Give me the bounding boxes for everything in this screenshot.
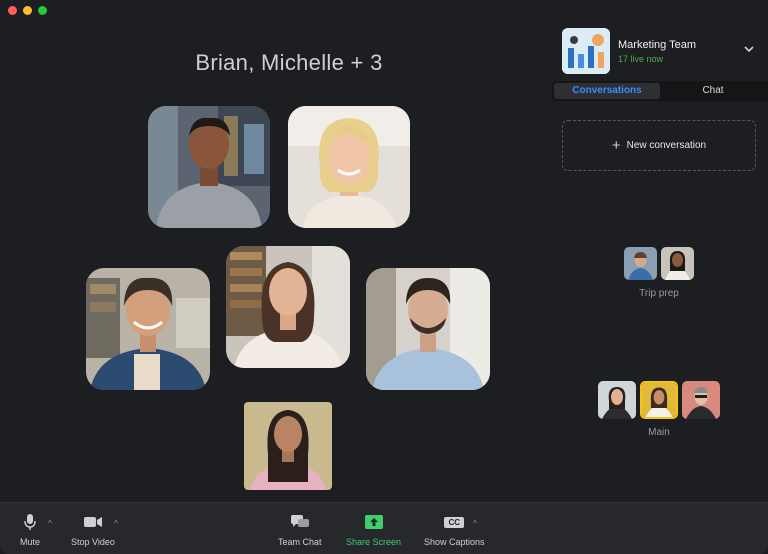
avatar — [624, 247, 657, 280]
participant-video-6 — [244, 402, 332, 490]
participant-video-2 — [288, 106, 410, 228]
conversation-group-trip-prep[interactable]: Trip prep — [612, 247, 706, 299]
avatar — [661, 247, 694, 280]
window-controls — [8, 6, 47, 15]
participant-video-5 — [366, 268, 490, 390]
mute-button[interactable]: Mute — [20, 513, 40, 547]
avatar — [598, 381, 636, 419]
participant-video-4 — [226, 246, 350, 368]
participant-tile-3[interactable] — [86, 268, 210, 390]
captions-options-chevron-icon[interactable]: ^ — [473, 519, 477, 528]
conversation-group-main[interactable]: Main — [596, 381, 722, 438]
tab-chat[interactable]: Chat — [660, 83, 766, 99]
avatar-active-speaker — [640, 381, 678, 419]
group-label: Main — [648, 427, 670, 438]
chat-bubbles-icon — [290, 513, 310, 531]
share-screen-button[interactable]: Share Screen — [346, 513, 401, 547]
minimize-window-button[interactable] — [23, 6, 32, 15]
tab-conversations[interactable]: Conversations — [554, 83, 660, 99]
cc-badge: CC — [444, 516, 465, 528]
team-name: Marketing Team — [618, 39, 697, 51]
video-options-chevron-icon[interactable]: ^ — [114, 519, 118, 528]
participant-video-3 — [86, 268, 210, 390]
plus-icon: + — [611, 137, 621, 154]
participant-tile-5[interactable] — [366, 268, 490, 390]
group-label: Trip prep — [639, 288, 679, 299]
panel-tabs: Conversations Chat — [552, 81, 768, 101]
microphone-icon — [23, 513, 37, 531]
team-chat-button[interactable]: Team Chat — [278, 513, 322, 547]
team-live-count: 17 live now — [618, 54, 664, 64]
close-window-button[interactable] — [8, 6, 17, 15]
group-avatars — [612, 247, 706, 280]
mute-options-chevron-icon[interactable]: ^ — [48, 519, 52, 528]
avatar — [682, 381, 720, 419]
meeting-toolbar: Mute ^ Stop Video ^ Team Chat Share Scre… — [0, 502, 768, 554]
meeting-window: Brian, Michelle + 3 Marketing Team 17 li… — [0, 0, 768, 554]
chevron-down-icon[interactable] — [742, 42, 756, 56]
team-thumbnail — [562, 28, 610, 74]
share-screen-icon — [364, 513, 383, 531]
participant-tile-2[interactable] — [288, 106, 410, 228]
new-conversation-label: New conversation — [626, 140, 707, 151]
video-camera-icon — [83, 513, 103, 531]
stop-video-button[interactable]: Stop Video — [71, 513, 115, 547]
participant-tile-6[interactable] — [244, 402, 332, 490]
participant-tile-1[interactable] — [148, 106, 270, 228]
team-card[interactable]: Marketing Team 17 live now — [562, 28, 762, 76]
participant-video-1 — [148, 106, 270, 228]
new-conversation-button[interactable]: + New conversation — [562, 120, 756, 171]
group-avatars — [596, 381, 722, 419]
closed-captions-icon: CC — [444, 513, 465, 531]
participant-tile-4[interactable] — [226, 246, 350, 368]
meeting-title: Brian, Michelle + 3 — [195, 50, 383, 75]
maximize-window-button[interactable] — [38, 6, 47, 15]
